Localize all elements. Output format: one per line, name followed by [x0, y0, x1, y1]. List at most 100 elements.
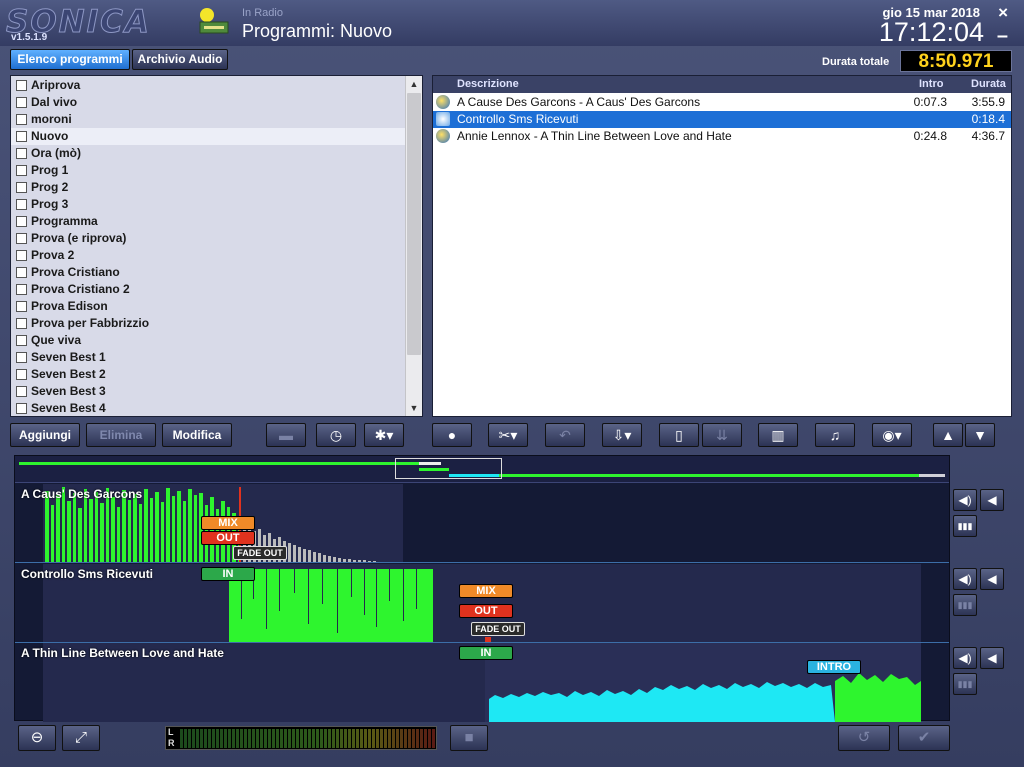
- stop-icon[interactable]: ■: [450, 725, 488, 751]
- mix-marker[interactable]: MIX: [459, 584, 513, 598]
- list-item[interactable]: Nuovo: [11, 128, 406, 145]
- revert-icon[interactable]: ↺: [838, 725, 890, 751]
- scroll-up-icon[interactable]: ▲: [406, 76, 422, 92]
- table-row[interactable]: A Cause Des Garcons - A Caus' Des Garcon…: [433, 94, 1011, 111]
- checkbox[interactable]: [16, 352, 27, 363]
- in-marker[interactable]: IN: [201, 567, 255, 581]
- list-item[interactable]: Seven Best 4: [11, 400, 406, 416]
- mix-marker[interactable]: MIX: [201, 516, 255, 530]
- equalizer-icon[interactable]: ▮▮▮: [953, 673, 977, 695]
- overview-viewport[interactable]: [395, 458, 502, 479]
- trash-icon[interactable]: ▥: [758, 423, 798, 447]
- table-row[interactable]: Annie Lennox - A Thin Line Between Love …: [433, 128, 1011, 145]
- minimize-icon[interactable]: –: [997, 25, 1008, 48]
- settings-icon[interactable]: ✱▾: [364, 423, 404, 447]
- checkbox[interactable]: [16, 114, 27, 125]
- program-list[interactable]: Ariprova Dal vivo moroni Nuovo Ora (mò) …: [10, 75, 423, 417]
- timeline-overview[interactable]: [15, 456, 949, 483]
- checkbox[interactable]: [16, 250, 27, 261]
- checkbox[interactable]: [16, 284, 27, 295]
- speaker-small-icon[interactable]: ◀: [980, 647, 1004, 669]
- zoom-out-icon[interactable]: ⊖: [18, 725, 56, 751]
- waveform-track[interactable]: A Caus' Des Garcons MIX OUT FADE OUT: [15, 484, 949, 563]
- paste-icon[interactable]: ▯: [659, 423, 699, 447]
- checkbox[interactable]: [16, 97, 27, 108]
- list-item[interactable]: Dal vivo: [11, 94, 406, 111]
- list-item[interactable]: Prova Cristiano 2: [11, 281, 406, 298]
- list-item[interactable]: Programma: [11, 213, 406, 230]
- delete-button[interactable]: Elimina: [86, 423, 156, 447]
- tab-program-list[interactable]: Elenco programmi: [10, 49, 130, 70]
- fade-out-marker[interactable]: FADE OUT: [471, 622, 525, 636]
- table-row[interactable]: Controllo Sms Ricevuti 0:18.4: [433, 111, 1011, 128]
- list-item[interactable]: Prog 3: [11, 196, 406, 213]
- program-list-scrollbar[interactable]: ▲ ▼: [405, 76, 422, 416]
- waveform-track[interactable]: A Thin Line Between Love and Hate IN INT…: [15, 643, 949, 722]
- speaker-icon[interactable]: ◀): [953, 568, 977, 590]
- undo-icon[interactable]: ↶: [545, 423, 585, 447]
- list-item[interactable]: Prova 2: [11, 247, 406, 264]
- program-tracks-table[interactable]: Descrizione Intro Durata A Cause Des Gar…: [432, 75, 1012, 417]
- checkbox[interactable]: [16, 233, 27, 244]
- checkbox[interactable]: [16, 403, 27, 414]
- checkbox[interactable]: [16, 182, 27, 193]
- scroll-down-icon[interactable]: ▼: [406, 400, 422, 416]
- list-item[interactable]: Seven Best 3: [11, 383, 406, 400]
- list-item[interactable]: Prova per Fabbrizzio: [11, 315, 406, 332]
- checkbox[interactable]: [16, 301, 27, 312]
- in-marker[interactable]: IN: [459, 646, 513, 660]
- checkbox[interactable]: [16, 369, 27, 380]
- list-item[interactable]: Prova Cristiano: [11, 264, 406, 281]
- scroll-thumb[interactable]: [407, 93, 421, 355]
- checkbox[interactable]: [16, 148, 27, 159]
- speaker-small-icon[interactable]: ◀: [980, 568, 1004, 590]
- list-item[interactable]: Seven Best 2: [11, 366, 406, 383]
- list-item[interactable]: Seven Best 1: [11, 349, 406, 366]
- checkbox[interactable]: [16, 335, 27, 346]
- out-marker[interactable]: OUT: [459, 604, 513, 618]
- print-icon[interactable]: ▬: [266, 423, 306, 447]
- waveform-track[interactable]: Controllo Sms Ricevuti IN MIX OUT FADE O…: [15, 564, 949, 643]
- list-item[interactable]: Ariprova: [11, 77, 406, 94]
- equalizer-icon[interactable]: ▮▮▮: [953, 594, 977, 616]
- list-item[interactable]: Prog 2: [11, 179, 406, 196]
- speaker-icon[interactable]: ◀): [953, 647, 977, 669]
- confirm-icon[interactable]: ✔: [898, 725, 950, 751]
- tools-icon[interactable]: ✂▾: [488, 423, 528, 447]
- speaker-small-icon[interactable]: ◀: [980, 489, 1004, 511]
- column-intro[interactable]: Intro: [919, 78, 943, 90]
- checkbox[interactable]: [16, 199, 27, 210]
- clock-icon[interactable]: ◷: [316, 423, 356, 447]
- move-up-icon[interactable]: ▲: [933, 423, 963, 447]
- music-icon[interactable]: ♫: [815, 423, 855, 447]
- comment-icon[interactable]: ●: [432, 423, 472, 447]
- audio-editor[interactable]: A Caus' Des Garcons MIX OUT FADE OUT Con…: [14, 455, 950, 722]
- intro-marker[interactable]: INTRO: [807, 660, 861, 674]
- list-item[interactable]: moroni: [11, 111, 406, 128]
- move-down-icon[interactable]: ▼: [965, 423, 995, 447]
- list-item[interactable]: Que viva: [11, 332, 406, 349]
- out-marker[interactable]: OUT: [201, 531, 255, 545]
- fit-view-icon[interactable]: ⤢: [62, 725, 100, 751]
- column-duration[interactable]: Durata: [971, 78, 1006, 90]
- edit-button[interactable]: Modifica: [162, 423, 232, 447]
- list-item[interactable]: Prova Edison: [11, 298, 406, 315]
- podcast-icon[interactable]: ◉▾: [872, 423, 912, 447]
- equalizer-icon[interactable]: ▮▮▮: [953, 515, 977, 537]
- tab-audio-archive[interactable]: Archivio Audio: [132, 49, 228, 70]
- checkbox[interactable]: [16, 216, 27, 227]
- checkbox[interactable]: [16, 131, 27, 142]
- close-icon[interactable]: ×: [998, 3, 1008, 23]
- import-icon[interactable]: ⇩▾: [602, 423, 642, 447]
- checkbox[interactable]: [16, 318, 27, 329]
- fade-out-marker[interactable]: FADE OUT: [233, 546, 287, 560]
- checkbox[interactable]: [16, 267, 27, 278]
- list-item[interactable]: Prog 1: [11, 162, 406, 179]
- add-button[interactable]: Aggiungi: [10, 423, 80, 447]
- speaker-icon[interactable]: ◀): [953, 489, 977, 511]
- list-item[interactable]: Ora (mò): [11, 145, 406, 162]
- checkbox[interactable]: [16, 386, 27, 397]
- download-icon[interactable]: ⇊: [702, 423, 742, 447]
- list-item[interactable]: Prova (e riprova): [11, 230, 406, 247]
- column-description[interactable]: Descrizione: [457, 78, 519, 90]
